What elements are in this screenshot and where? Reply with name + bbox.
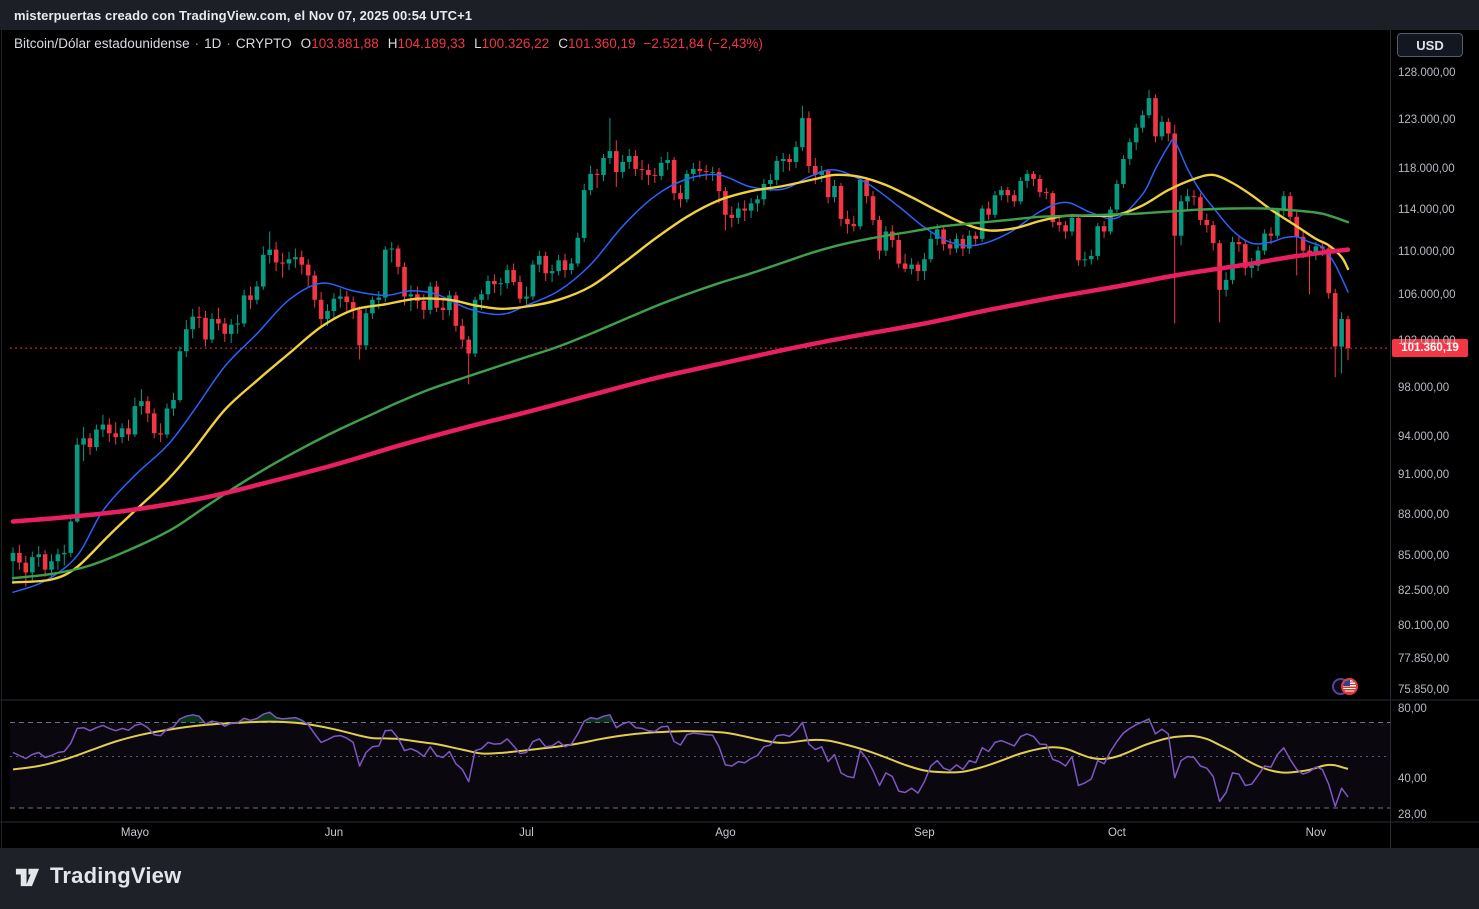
month-tick-label: Jul xyxy=(519,827,534,839)
price-tick-label: 82.500,00 xyxy=(1398,584,1450,597)
rsi-tick-label: 40,00 xyxy=(1398,773,1427,785)
ma-200-pink xyxy=(10,247,1351,524)
symbol-legend: Bitcoin/Dólar estadounidense · 1D · CRYPTO O1… xyxy=(14,36,763,51)
price-tick-label: 118.000,00 xyxy=(1398,162,1455,175)
price-tick-label: 85.000,00 xyxy=(1398,549,1450,562)
price-tick-label: 77.850,00 xyxy=(1398,653,1450,666)
rsi-tick-label: 80,00 xyxy=(1398,703,1427,715)
price-tick-label: 123.000,00 xyxy=(1398,113,1456,126)
ohlc-letter: L xyxy=(474,36,482,51)
price-scale[interactable]: USD 101.360,19 128.000,00 123.000,00 118.0… xyxy=(1391,30,1479,848)
price-tick-label: 110.000,00 xyxy=(1398,245,1455,258)
ohlc-letter: O xyxy=(300,36,312,51)
currency-toggle-button[interactable]: USD xyxy=(1397,33,1463,57)
chart-canvas[interactable]: Bitcoin/Dólar estadounidense · 1D · CRYPTO O1… xyxy=(0,30,1479,848)
tradingview-logo[interactable]: TradingView xyxy=(14,862,181,889)
ma-fast-blue xyxy=(12,139,1349,594)
month-tick-label: Ago xyxy=(715,827,736,839)
interval-label: 1D xyxy=(204,36,222,51)
price-tick-label: 75.850,00 xyxy=(1398,684,1450,696)
price-tick-label: 98.000,00 xyxy=(1398,381,1450,394)
month-tick-label: Sep xyxy=(914,827,935,839)
price-tick-label: 91.000,00 xyxy=(1398,469,1450,482)
month-tick-label: Jun xyxy=(324,827,344,839)
ohlc-value: 104.189,33 xyxy=(397,36,466,51)
ma-slow-green xyxy=(11,207,1350,580)
tradingview-logo-icon xyxy=(15,868,40,887)
ma-mid-yellow xyxy=(11,173,1350,584)
ohlc-value: 100.326,22 xyxy=(481,36,550,51)
symbol-title: Bitcoin/Dólar estadounidense xyxy=(14,36,190,51)
month-tick-label: Oct xyxy=(1107,827,1126,839)
price-tick-label: 114.000,00 xyxy=(1398,203,1455,216)
ohlc-letter: C xyxy=(558,36,568,51)
attribution-bar: misterpuertas creado con TradingView.com… xyxy=(0,0,1479,30)
month-tick-label: Nov xyxy=(1305,827,1327,839)
tradingview-snapshot: misterpuertas creado con TradingView.com… xyxy=(0,0,1479,909)
ohlc-value: 101.360,19 xyxy=(567,36,636,51)
price-tick-label: 94.000,00 xyxy=(1398,431,1450,444)
tradingview-brand-text: TradingView xyxy=(50,862,182,888)
symbol-pair-logo xyxy=(1332,678,1360,696)
time-scale[interactable]: Mayo Jun Jul Ago Sep Oct Nov xyxy=(0,822,1390,848)
price-tick-label: 128.000,00 xyxy=(1398,67,1456,79)
attribution-text: misterpuertas creado con TradingView.com… xyxy=(14,7,473,23)
price-tick-label: 102.000,00 xyxy=(1398,334,1456,347)
footer-bar: TradingView xyxy=(0,848,1479,909)
price-tick-label: 80.100,00 xyxy=(1398,619,1450,632)
price-tick-label: 106.000,00 xyxy=(1398,289,1456,302)
rsi-tick-label: 28,00 xyxy=(1398,809,1427,822)
ohlc-values: O103.881,88 H104.189,33 L100.326,22 C101.36… xyxy=(292,36,636,51)
month-tick-label: Mayo xyxy=(120,827,149,839)
exchange-label: CRYPTO xyxy=(235,36,292,51)
price-tick-label: 88.000,00 xyxy=(1398,508,1450,521)
price-chart-svg[interactable] xyxy=(0,30,1479,848)
change-value: −2.521,84 (−2,43%) xyxy=(643,36,763,51)
ohlc-value: 103.881,88 xyxy=(311,36,379,51)
usd-flag-icon xyxy=(1341,678,1358,695)
ohlc-letter: H xyxy=(387,36,398,51)
